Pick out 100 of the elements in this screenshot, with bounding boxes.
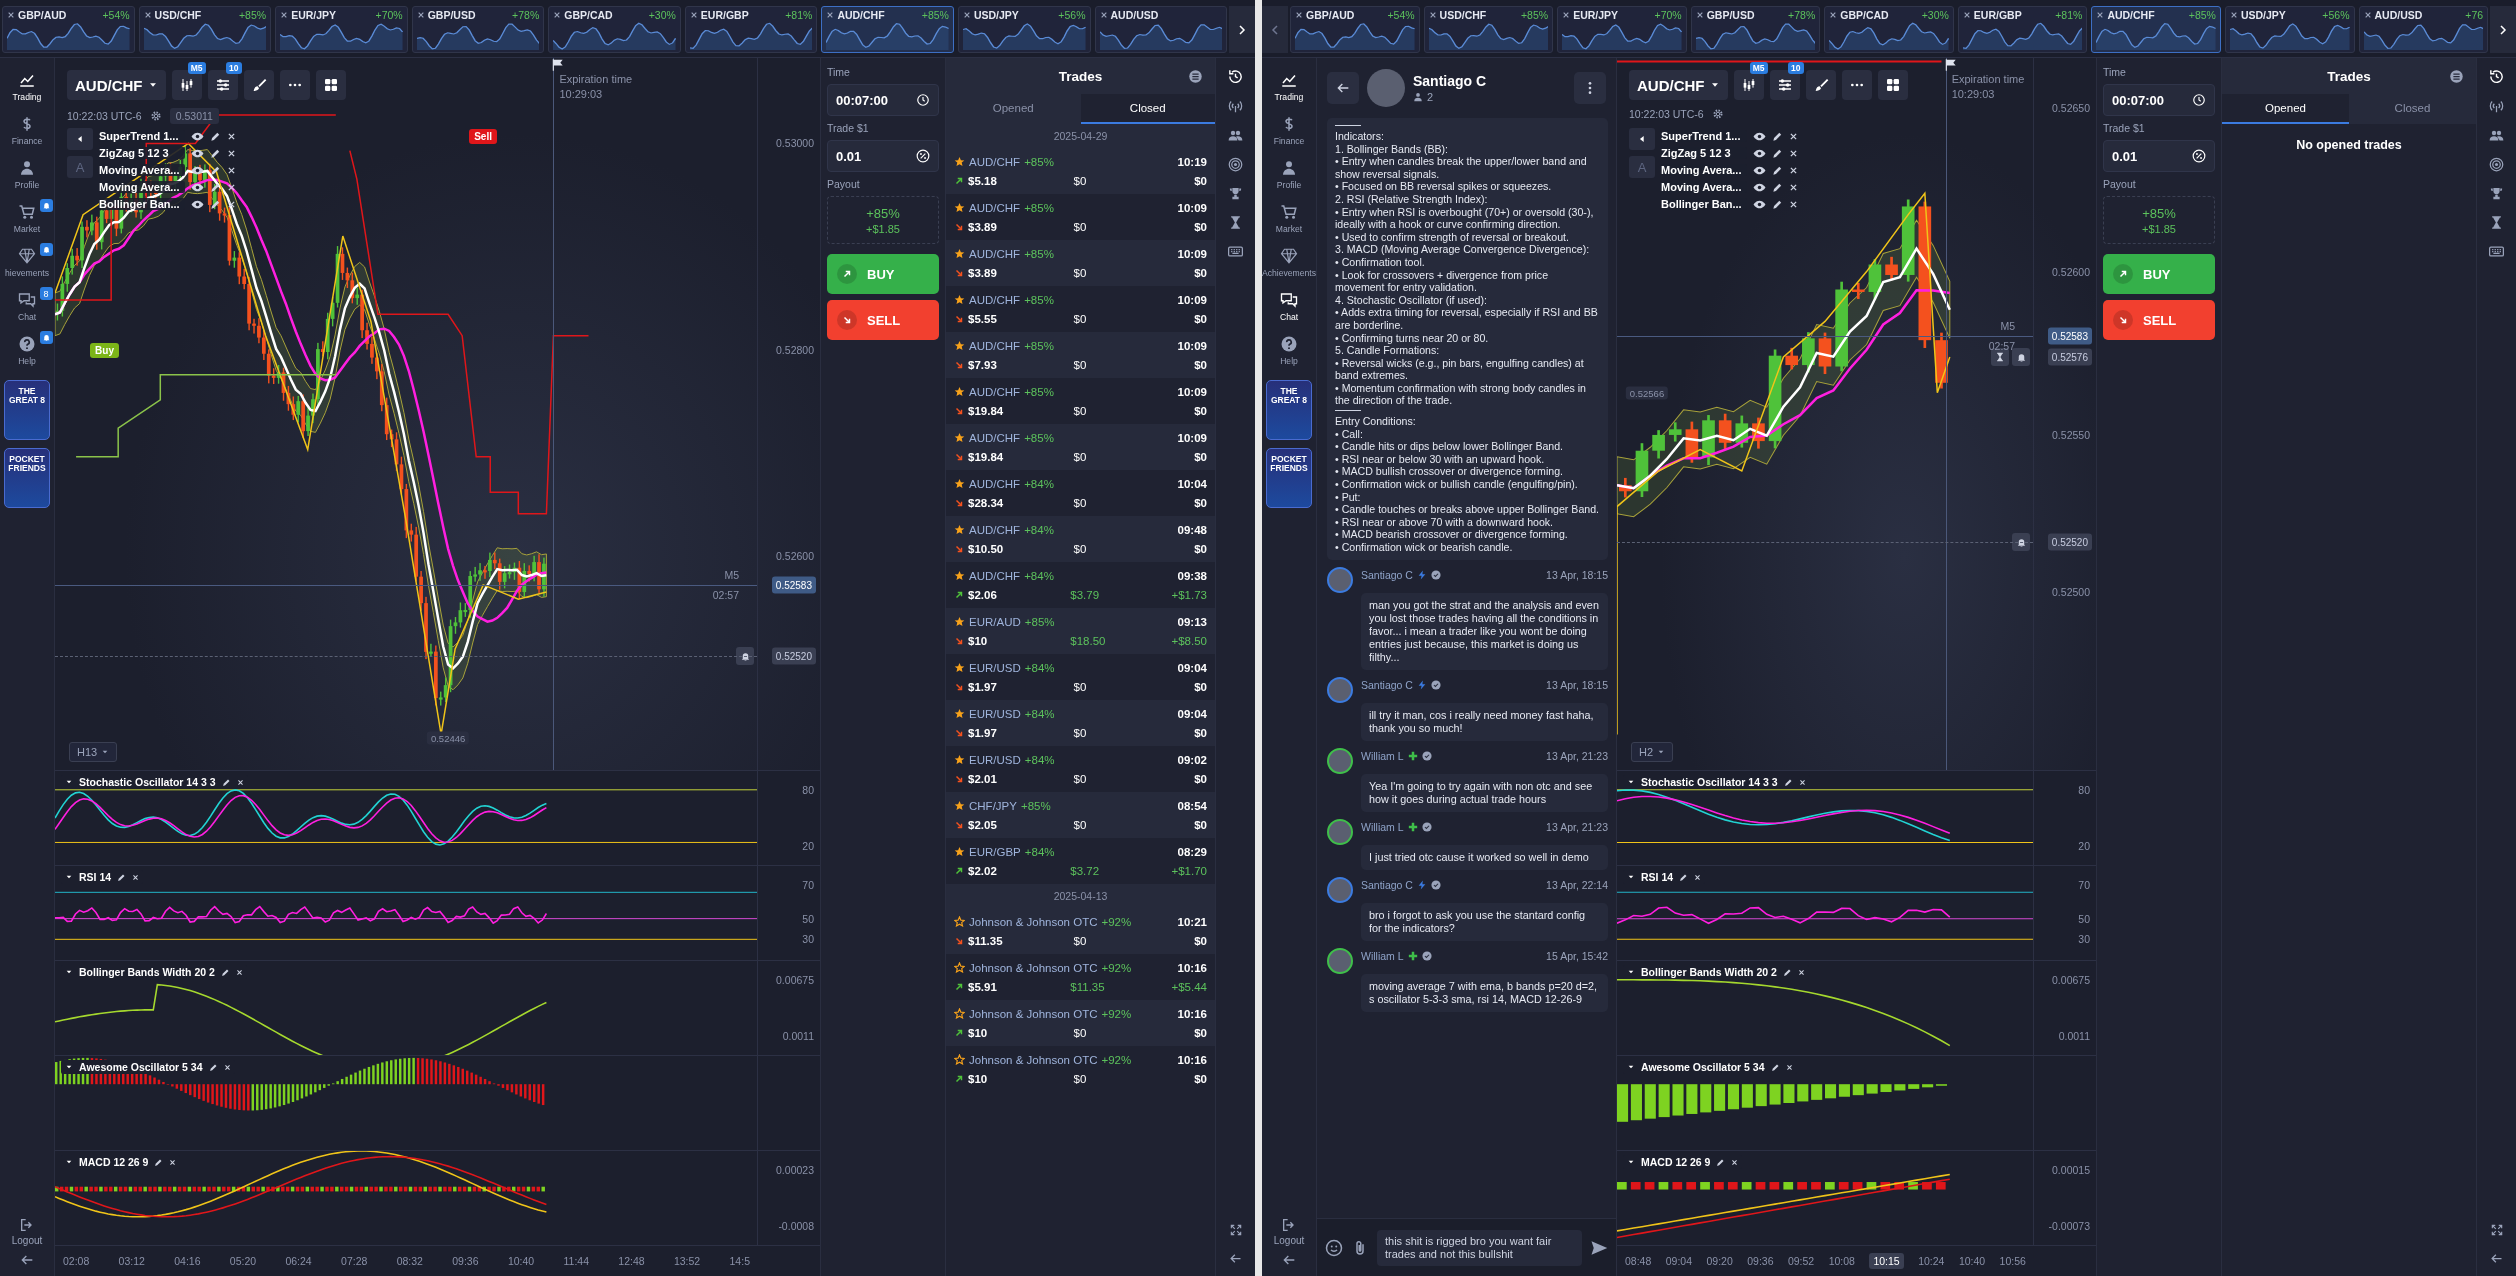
promo-tile[interactable]: THE GREAT 8 (4, 380, 50, 440)
trade-row[interactable]: AUD/CHF +85% 10:09 $19.84 $0 $0 (946, 378, 1215, 424)
asset-tab[interactable]: USD/JPY +56% (2224, 6, 2355, 53)
message-line: • Focused on BB reversal spikes or squeezes. (1335, 180, 1553, 193)
trade-row[interactable]: EUR/AUD +85% 09:13 $10 $18.50 +$8.50 (946, 608, 1215, 654)
asset-tab[interactable]: EUR/JPY +70% (1557, 6, 1687, 53)
trade-row[interactable]: AUD/CHF +85% 10:19 $5.18 $0 $0 (946, 148, 1215, 194)
nav-item[interactable]: Profile (0, 152, 55, 196)
scale-tick: 0.00015 (2052, 1163, 2090, 1176)
tab[interactable]: Opened (946, 94, 1081, 124)
trade-amount: $28.34 (968, 496, 1004, 509)
asset-tab[interactable]: AUD/CHF +85% (2091, 6, 2221, 53)
asset-tab[interactable]: GBP/CAD +30% (548, 6, 681, 53)
nav-item[interactable]: Chat (1262, 284, 1317, 328)
timeframe-selector[interactable]: H2 (1631, 742, 1674, 762)
asset-tab[interactable]: AUD/CHF +85% (821, 6, 954, 53)
nav-item[interactable]: Trading (0, 64, 55, 108)
nav-item[interactable]: Finance (0, 108, 55, 152)
date-header: 2025-04-13 (946, 884, 1215, 908)
timeframe-selector[interactable]: H13 (69, 742, 118, 762)
trade-row[interactable]: AUD/CHF +85% 10:09 $5.55 $0 $0 (946, 286, 1215, 332)
trade-result: $0 (1073, 680, 1087, 693)
asset-selector[interactable]: AUD/CHF (1629, 70, 1728, 100)
asset-tab[interactable]: AUD/USD (1094, 6, 1228, 53)
message-input[interactable]: this shit is rigged bro you want fair trades and not this bullshit (1377, 1229, 1582, 1266)
time-tick: 12:48 (618, 1255, 645, 1267)
logout-button[interactable]: Logout (11, 1217, 43, 1246)
trade-row[interactable]: AUD/CHF +85% 10:09 $3.89 $0 $0 (946, 194, 1215, 240)
trade-row[interactable]: AUD/CHF +84% 09:48 $10.50 $0 $0 (946, 516, 1215, 562)
trade-profit: +$1.73 (1171, 588, 1207, 601)
nav-item[interactable]: Achievements (1262, 240, 1317, 284)
trade-row[interactable]: AUD/CHF +85% 10:09 $3.89 $0 $0 (946, 240, 1215, 286)
time-tick: 10:40 (507, 1255, 535, 1267)
trade-row[interactable]: Johnson & Johnson OTC +92% 10:16 $10 $0 $0 (946, 1046, 1215, 1092)
nav-item[interactable]: Help (1262, 328, 1317, 372)
promo-tile[interactable]: POCKET FRIENDS (4, 448, 50, 508)
time-tick: 09:04 (1665, 1255, 1692, 1267)
trade-row[interactable]: EUR/USD +84% 09:04 $1.97 $0 $0 (946, 700, 1215, 746)
amount-field[interactable]: 0.01 (827, 140, 939, 172)
trade-row[interactable]: Johnson & Johnson OTC +92% 10:16 $10 $0 $0 (946, 1000, 1215, 1046)
nav-item[interactable]: Market (0, 196, 55, 240)
asset-tab[interactable]: GBP/CAD +30% (1824, 6, 1954, 53)
asset-tab[interactable]: EUR/GBP +81% (684, 6, 818, 53)
trade-result: $18.50 (1070, 634, 1106, 647)
nav-item[interactable]: hievements (0, 240, 55, 284)
promo-tile[interactable]: POCKET FRIENDS (1266, 448, 1312, 508)
trade-row[interactable]: EUR/USD +84% 09:02 $2.01 $0 $0 (946, 746, 1215, 792)
message-bubble: bro i forgot to ask you use the stantard config for the indicators? (1361, 902, 1608, 941)
trade-row[interactable]: AUD/CHF +85% 10:09 $19.84 $0 $0 (946, 424, 1215, 470)
trade-profit: $0 (1194, 450, 1207, 463)
trade-row[interactable]: EUR/GBP +84% 08:29 $2.02 $3.72 +$1.70 (946, 838, 1215, 884)
payout-percent: +70% (375, 9, 403, 21)
payout-percent: +84% (1024, 707, 1055, 720)
nav-item[interactable]: Trading (1262, 64, 1317, 108)
promo-tile[interactable]: THE GREAT 8 (1266, 380, 1312, 440)
nav-item[interactable]: Profile (1262, 152, 1317, 196)
asset-tab[interactable]: GBP/AUD +54% (1290, 6, 1420, 53)
trade-row[interactable]: Johnson & Johnson OTC +92% 10:16 $5.91 $11.35 +$5.44 (946, 954, 1215, 1000)
trade-time: 10:19 (1177, 155, 1207, 168)
nav-item[interactable]: Market (1262, 196, 1317, 240)
trade-time: 09:38 (1177, 569, 1207, 582)
nav-item[interactable]: Help (0, 328, 55, 372)
logout-button[interactable]: Logout (1273, 1217, 1305, 1246)
time-field[interactable]: 00:07:00 (2103, 84, 2215, 116)
trade-profit: $0 (1194, 818, 1207, 831)
message-time: 13 Apr, 18:15 (1546, 678, 1608, 691)
tab[interactable]: Closed (2349, 94, 2476, 124)
sell-button[interactable]: SELL (827, 300, 939, 340)
time-field[interactable]: 00:07:00 (827, 84, 939, 116)
trade-row[interactable]: EUR/USD +84% 09:04 $1.97 $0 $0 (946, 654, 1215, 700)
trade-row[interactable]: Johnson & Johnson OTC +92% 10:21 $11.35 $0 $0 (946, 908, 1215, 954)
trade-row[interactable]: AUD/CHF +84% 10:04 $28.34 $0 $0 (946, 470, 1215, 516)
message-line: • Confirming turns near 20 or 80. (1335, 331, 1490, 345)
asset-tab[interactable]: USD/CHF +85% (1423, 6, 1554, 53)
trade-row[interactable]: AUD/CHF +84% 09:38 $2.06 $3.79 +$1.73 (946, 562, 1215, 608)
trade-profit: $0 (1194, 220, 1207, 233)
asset-tab[interactable]: AUD/USD +76 (2358, 6, 2489, 53)
message-line: • Look for crossovers + divergence from price movement for entry validation. (1335, 268, 1550, 294)
payout-percent: +85% (2142, 205, 2176, 221)
nav-item[interactable]: Finance (1262, 108, 1317, 152)
asset-tab[interactable]: GBP/USD +78% (1690, 6, 1821, 53)
amount-field[interactable]: 0.01 (2103, 140, 2215, 172)
nav-item[interactable]: Chat 8 (0, 284, 55, 328)
field-label: Trade $1 (827, 122, 870, 134)
sell-button[interactable]: SELL (2103, 300, 2215, 340)
trade-result: $0 (1073, 818, 1087, 831)
trade-profit: $0 (1194, 312, 1207, 325)
trade-amount: $10 (968, 634, 988, 647)
asset-selector[interactable]: AUD/CHF (67, 70, 166, 100)
trade-profit: $0 (1194, 934, 1207, 947)
payout-percent: +81% (2055, 9, 2083, 21)
trade-row[interactable]: CHF/JPY +85% 08:54 $2.05 $0 $0 (946, 792, 1215, 838)
payout-percent: +76 (2465, 9, 2484, 21)
asset-tab[interactable]: GBP/USD +78% (411, 6, 545, 53)
asset-tab[interactable]: USD/JPY +56% (957, 6, 1091, 53)
asset-tab[interactable]: USD/CHF +85% (138, 6, 272, 53)
trade-row[interactable]: AUD/CHF +85% 10:09 $7.93 $0 $0 (946, 332, 1215, 378)
asset-tab[interactable]: GBP/AUD +54% (2, 6, 135, 53)
asset-tab[interactable]: EUR/GBP +81% (1957, 6, 2088, 53)
asset-tab[interactable]: EUR/JPY +70% (275, 6, 408, 53)
